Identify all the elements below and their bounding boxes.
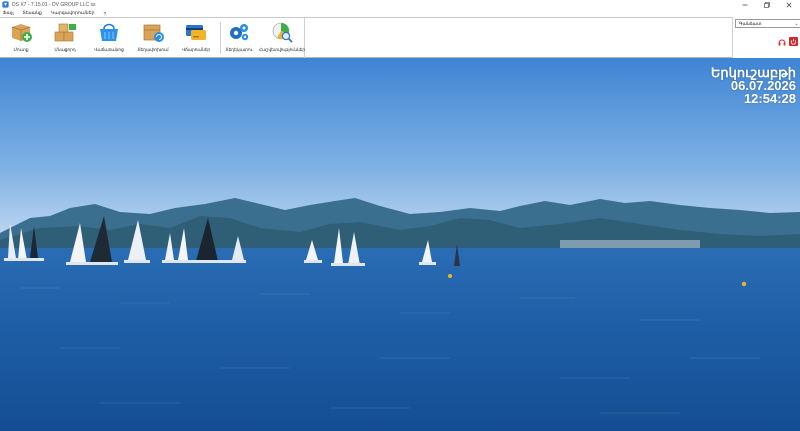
- menu-view[interactable]: Տեսանք: [23, 10, 42, 16]
- gears-icon: [230, 24, 249, 41]
- clock-time: 12:54:28: [743, 91, 796, 106]
- balance-label: Մնացորդ: [54, 47, 76, 52]
- basket-icon: [100, 23, 118, 41]
- sales-button[interactable]: Վաճառանոց: [92, 20, 126, 56]
- coastal-town: [560, 240, 700, 248]
- maximize-button[interactable]: [756, 0, 778, 9]
- clock-overlay: Երկուշաբթի 06.07.2026 12:54:28: [711, 66, 796, 105]
- buoy: [741, 281, 747, 287]
- transfer-label: Տեղափոխում: [137, 47, 169, 52]
- menu-file[interactable]: Ֆայլ: [3, 10, 14, 16]
- buoy: [448, 274, 452, 278]
- box-refresh-icon: [143, 24, 164, 42]
- title-bar: DS X7 - 7.15.01 - DV GROUP LLC ss: [0, 0, 800, 9]
- report-search-icon: [272, 22, 293, 43]
- reports-button[interactable]: Հաշվետվություններ: [258, 20, 306, 56]
- headset-icon: [778, 39, 785, 45]
- cashbox-dropdown[interactable]: Գանձատ ⌄: [735, 19, 800, 28]
- app-logo-icon: [2, 1, 9, 8]
- desktop-background: [0, 58, 800, 431]
- ribbon-toolbar: Մուտք Մնացորդ Վաճառանոց Տեղափոխում Վճարո…: [0, 17, 800, 58]
- payments-button[interactable]: Վճարումներ: [179, 20, 213, 56]
- power-icon: [790, 38, 797, 45]
- minimize-icon: [742, 4, 748, 5]
- close-icon: [786, 2, 792, 7]
- reference-button[interactable]: Տեղեկատու: [223, 20, 255, 56]
- incoming-label: Մուտք: [13, 47, 29, 52]
- cashbox-dropdown-value: Գանձատ: [739, 20, 762, 26]
- minimize-button[interactable]: [734, 0, 756, 9]
- support-button[interactable]: [777, 37, 786, 46]
- ribbon-separator: [220, 22, 221, 54]
- menu-settings[interactable]: Կարգավորումներ: [51, 10, 95, 16]
- incoming-button[interactable]: Մուտք: [5, 20, 37, 56]
- reference-label: Տեղեկատու: [225, 47, 253, 52]
- transfer-button[interactable]: Տեղափոխում: [136, 20, 170, 56]
- exit-button[interactable]: [789, 37, 798, 46]
- ribbon-panel: Մուտք Մնացորդ Վաճառանոց Տեղափոխում Վճարո…: [0, 18, 305, 58]
- sales-label: Վաճառանոց: [94, 47, 124, 52]
- cards-icon: [186, 25, 206, 40]
- boxes-icon: [54, 23, 76, 42]
- reports-label: Հաշվետվություններ: [258, 47, 306, 52]
- menu-bar: Ֆայլ Տեսանք Կարգավորումներ ?: [0, 9, 800, 17]
- box-add-icon: [11, 24, 32, 42]
- background-photo: [0, 58, 800, 431]
- balance-button[interactable]: Մնացորդ: [48, 20, 82, 56]
- sea: [0, 248, 800, 431]
- payments-label: Վճարումներ: [181, 47, 211, 52]
- close-button[interactable]: [778, 0, 800, 9]
- menu-help[interactable]: ?: [104, 11, 107, 16]
- restore-icon: [764, 1, 770, 8]
- right-panel: Գանձատ ⌄: [732, 17, 800, 58]
- chevron-down-icon: ⌄: [794, 20, 799, 27]
- window-title: DS X7 - 7.15.01 - DV GROUP LLC ss: [12, 1, 96, 8]
